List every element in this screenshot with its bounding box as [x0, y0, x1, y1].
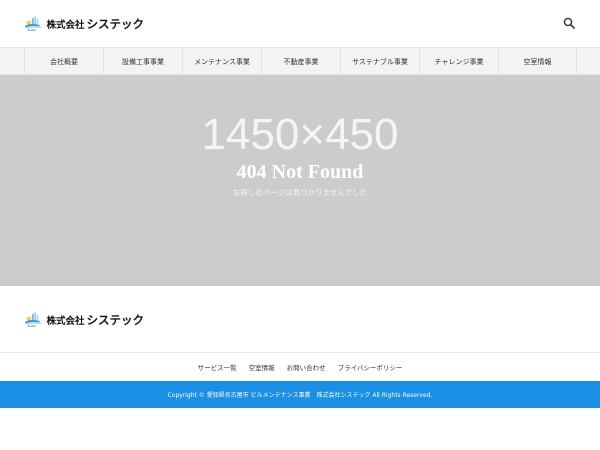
- nav-item-vacancy[interactable]: 空室情報: [498, 48, 577, 75]
- footer-link-contact[interactable]: お問い合わせ: [287, 362, 326, 372]
- footer-link-services[interactable]: サービス一覧: [198, 362, 237, 372]
- page-subtitle: お探しのページは見つかりませんでした: [232, 188, 368, 197]
- copyright-text: Copyright © 愛知県名古屋市 ビルメンテナンス事業 株式会社システック…: [167, 392, 433, 399]
- nav-item-challenge[interactable]: チャレンジ事業: [419, 48, 498, 75]
- footer-nav: サービス一覧 空室情報 お問い合わせ プライバシーポリシー: [0, 352, 600, 380]
- logo-text-big: システック: [86, 17, 145, 31]
- logo-text-small: 株式会社: [46, 20, 85, 31]
- page-title: 404 Not Found: [236, 161, 364, 183]
- footer-logo-mark-text: SYSTEC: [28, 326, 37, 328]
- footer-link-privacy[interactable]: プライバシーポリシー: [338, 362, 403, 372]
- logo-mark-icon: SYSTEC: [25, 312, 41, 328]
- global-nav: 会社概要 設備工事事業 メンテナンス事業 不動産事業 サステナブル事業 チャレン…: [0, 47, 600, 75]
- search-icon[interactable]: [563, 17, 575, 29]
- site-logo[interactable]: SYSTEC 株式会社 システック: [24, 12, 144, 36]
- nav-item-maintenance[interactable]: メンテナンス事業: [182, 48, 261, 75]
- footer-link-vacancy[interactable]: 空室情報: [249, 362, 275, 372]
- copyright-bar: Copyright © 愛知県名古屋市 ビルメンテナンス事業 株式会社システック…: [0, 381, 600, 408]
- logo-mark-text: SYSTEC: [28, 30, 37, 32]
- nav-item-facility-construction[interactable]: 設備工事事業: [103, 48, 182, 75]
- footer-logo-text-small: 株式会社: [46, 316, 85, 327]
- nav-item-sustainable[interactable]: サステナブル事業: [340, 48, 419, 75]
- nav-item-real-estate[interactable]: 不動産事業: [261, 48, 340, 75]
- hero-placeholder-dimensions: 1450×450: [201, 110, 399, 159]
- footer-logo[interactable]: SYSTEC 株式会社 システック: [24, 308, 144, 332]
- logo-mark-icon: SYSTEC: [25, 16, 41, 32]
- site-header: SYSTEC 株式会社 システック: [0, 0, 600, 47]
- footer-logo-text-big: システック: [86, 313, 145, 327]
- nav-item-company[interactable]: 会社概要: [24, 48, 103, 75]
- hero-banner: 1450×450 404 Not Found お探しのページは見つかりませんでし…: [0, 75, 600, 286]
